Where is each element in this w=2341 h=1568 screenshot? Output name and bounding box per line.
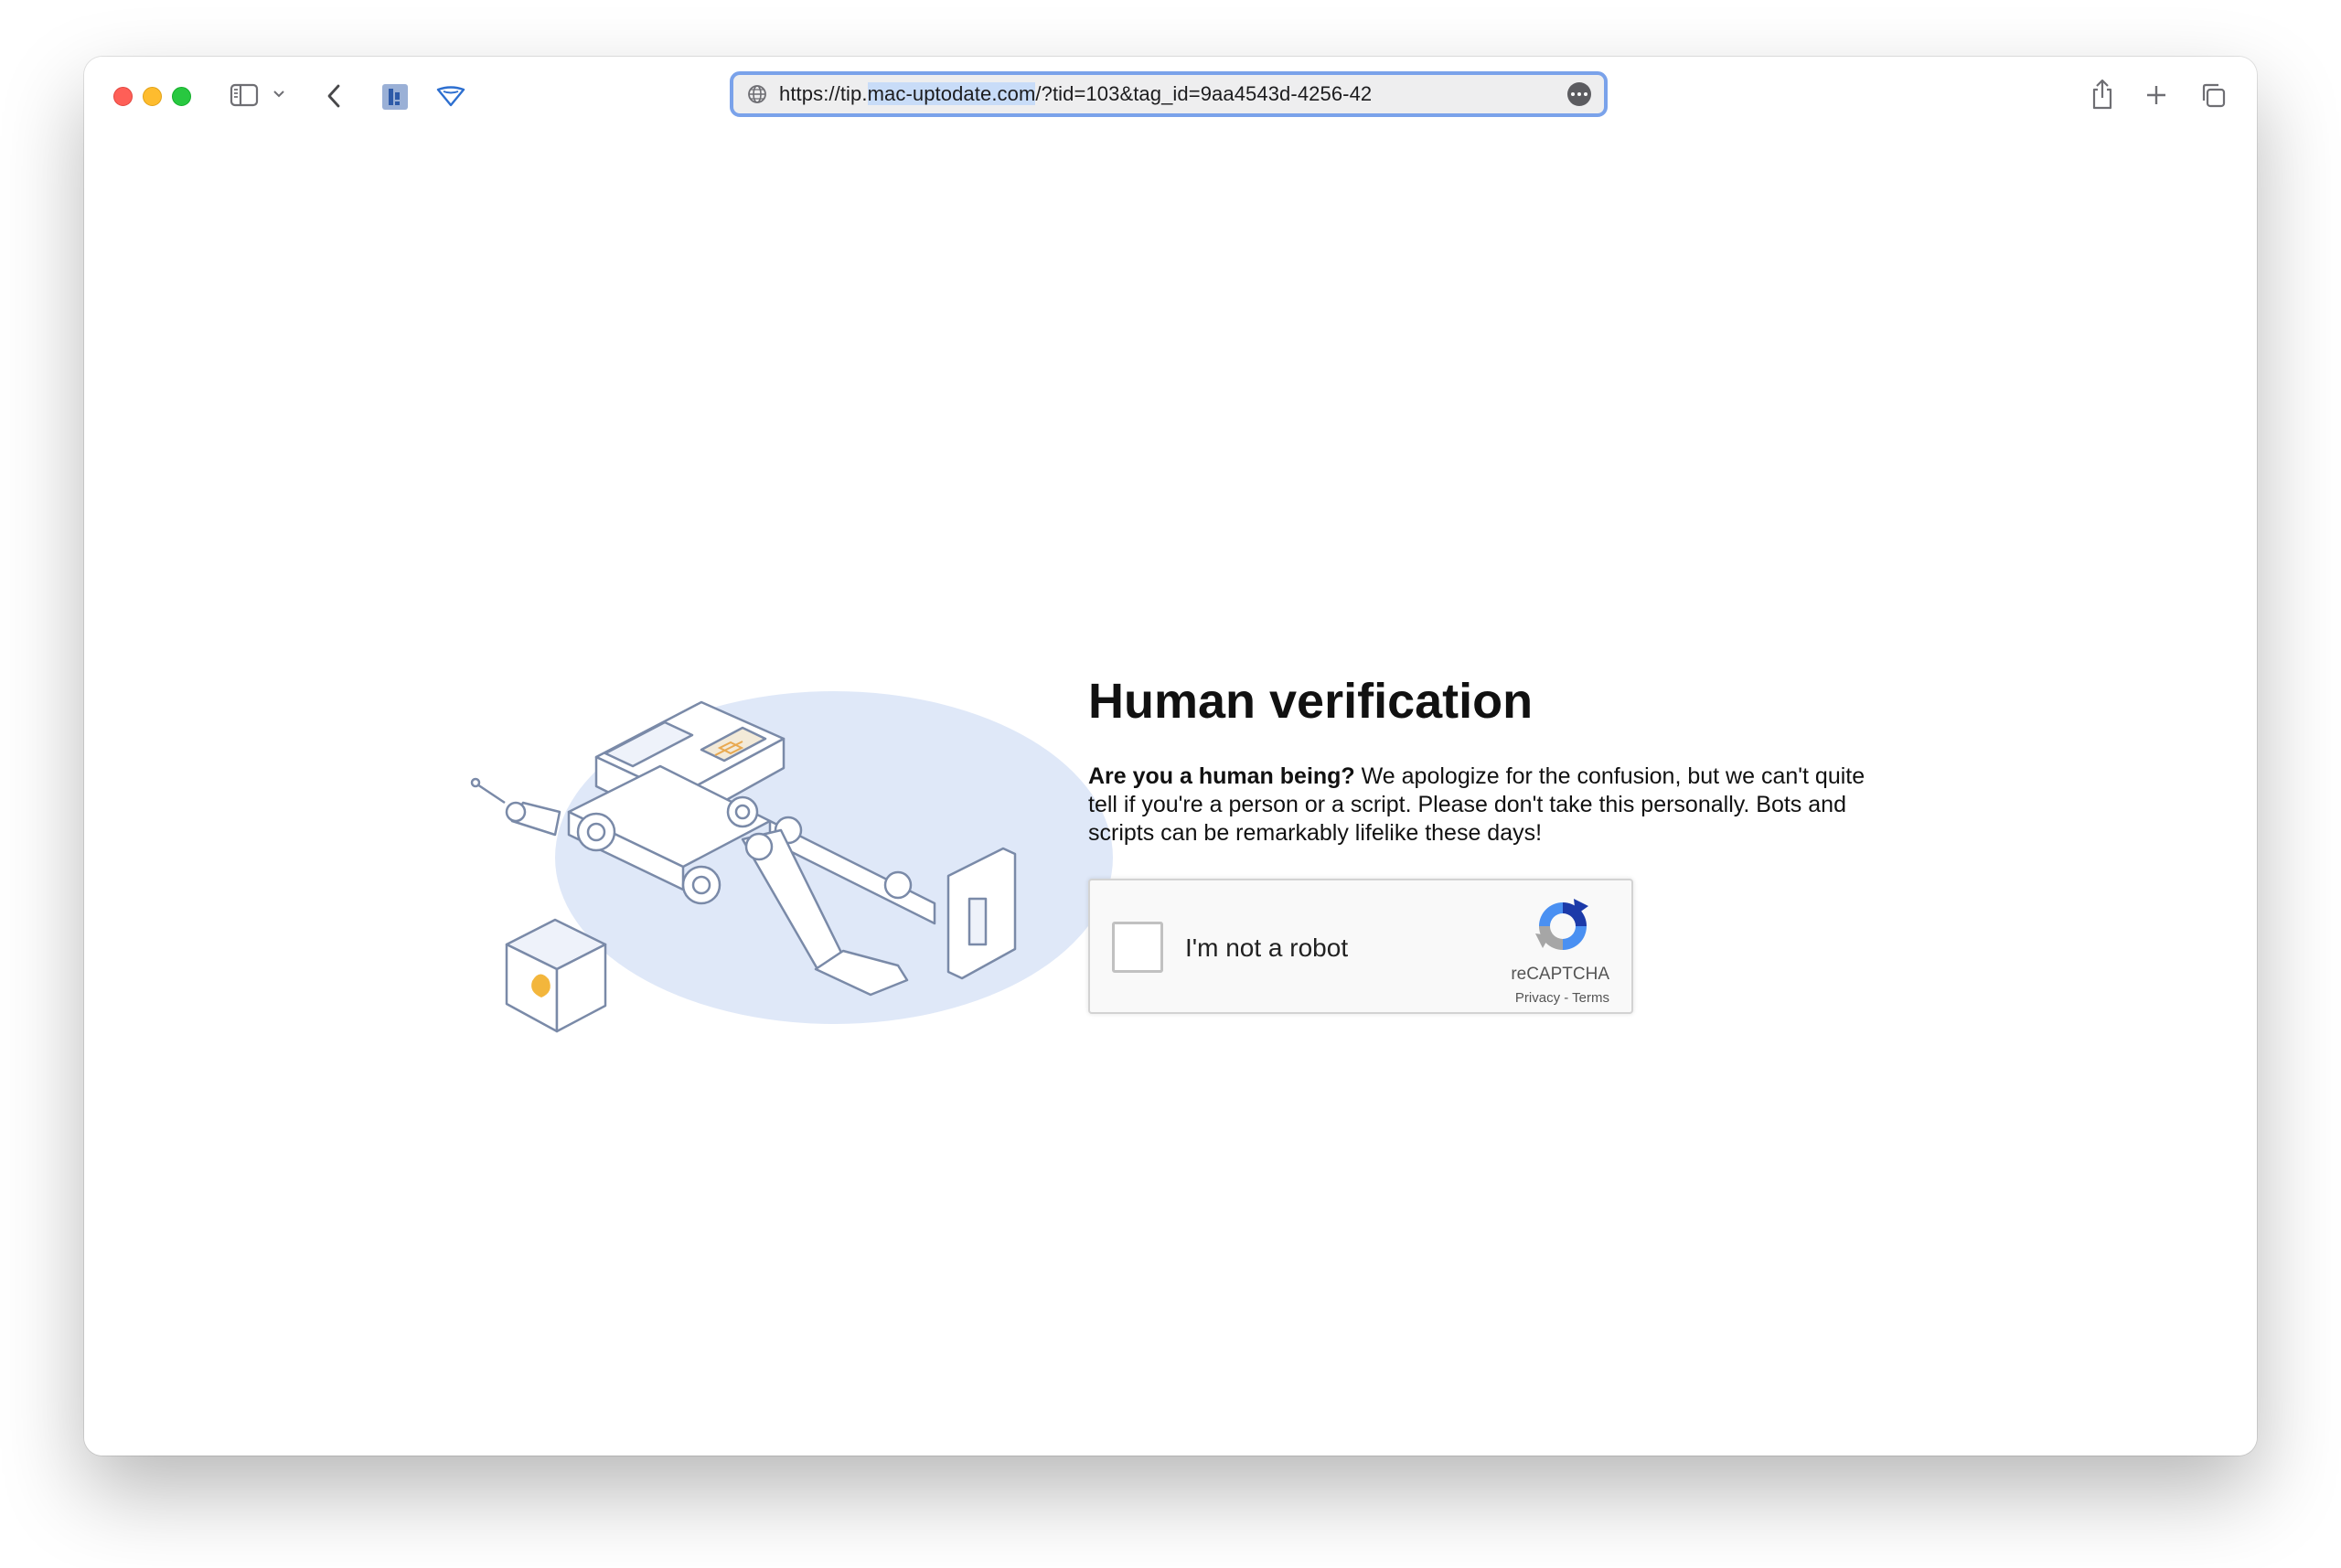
recaptcha-checkbox[interactable]	[1112, 922, 1163, 973]
recaptcha-widget: I'm not a robot reCAPTCHA Privacy - Term…	[1088, 879, 1633, 1014]
url-prefix: https://tip.	[779, 82, 868, 105]
privacy-icon[interactable]	[435, 84, 466, 108]
links-separator: -	[1560, 990, 1573, 1006]
url-suffix: /?tid=103&tag_id=9aa4543d-4256-42	[1035, 82, 1373, 105]
share-icon[interactable]	[2089, 77, 2116, 112]
page-content: Human verification Are you a human being…	[84, 135, 2257, 1456]
url-text[interactable]: https://tip.mac-uptodate.com/?tid=103&ta…	[779, 82, 1372, 106]
verification-message: Are you a human being? We apologize for …	[1088, 763, 1875, 848]
recaptcha-brand: reCAPTCHA	[1511, 965, 1609, 984]
terms-link[interactable]: Terms	[1572, 990, 1609, 1006]
page-title: Human verification	[1088, 674, 1534, 729]
back-arrow-icon[interactable]	[324, 82, 344, 110]
maximize-window-button[interactable]	[172, 87, 191, 106]
minimize-window-button[interactable]	[143, 87, 162, 106]
desktop-background: https://tip.mac-uptodate.com/?tid=103&ta…	[0, 0, 2341, 1568]
recaptcha-logo-icon	[1534, 897, 1592, 955]
chevron-down-icon[interactable]	[273, 88, 285, 101]
recaptcha-label: I'm not a robot	[1185, 933, 1349, 962]
verification-question: Are you a human being?	[1088, 763, 1355, 789]
robot-illustration	[468, 675, 1127, 1059]
globe-icon	[746, 83, 768, 105]
close-window-button[interactable]	[113, 87, 133, 106]
address-bar[interactable]: https://tip.mac-uptodate.com/?tid=103&ta…	[730, 71, 1608, 117]
recaptcha-links: Privacy - Terms	[1515, 990, 1609, 1006]
sidebar-icon[interactable]	[229, 82, 260, 108]
url-selected-domain: mac-uptodate.com	[867, 82, 1036, 105]
tab-overview-icon[interactable]	[2198, 80, 2228, 110]
more-icon[interactable]	[1567, 82, 1591, 106]
browser-window: https://tip.mac-uptodate.com/?tid=103&ta…	[84, 57, 2257, 1456]
extension-icon[interactable]	[380, 82, 410, 112]
plus-icon[interactable]	[2143, 82, 2169, 108]
privacy-link[interactable]: Privacy	[1515, 990, 1560, 1006]
browser-toolbar: https://tip.mac-uptodate.com/?tid=103&ta…	[84, 57, 2257, 135]
